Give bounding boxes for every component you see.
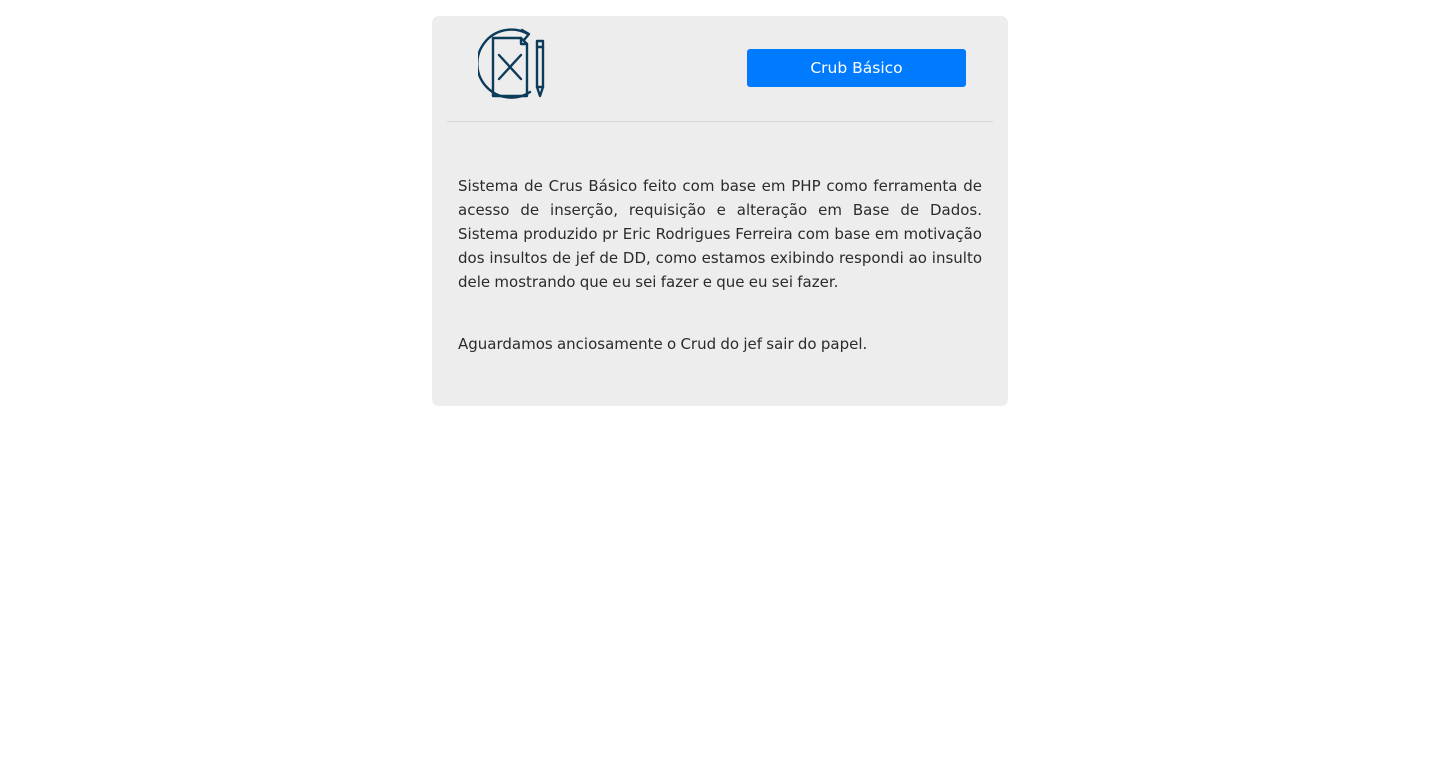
description-paragraph: Sistema de Crus Básico feito com base em… bbox=[458, 177, 982, 291]
info-card: Crub Básico Sistema de Crus Básico feito… bbox=[432, 16, 1008, 406]
closing-paragraph: Aguardamos anciosamente o Crud do jef sa… bbox=[458, 335, 868, 353]
document-edit-icon bbox=[478, 28, 554, 104]
card-header: Crub Básico bbox=[447, 16, 993, 122]
crub-basico-button[interactable]: Crub Básico bbox=[747, 49, 966, 87]
card-body: Sistema de Crus Básico feito com base em… bbox=[458, 174, 982, 356]
